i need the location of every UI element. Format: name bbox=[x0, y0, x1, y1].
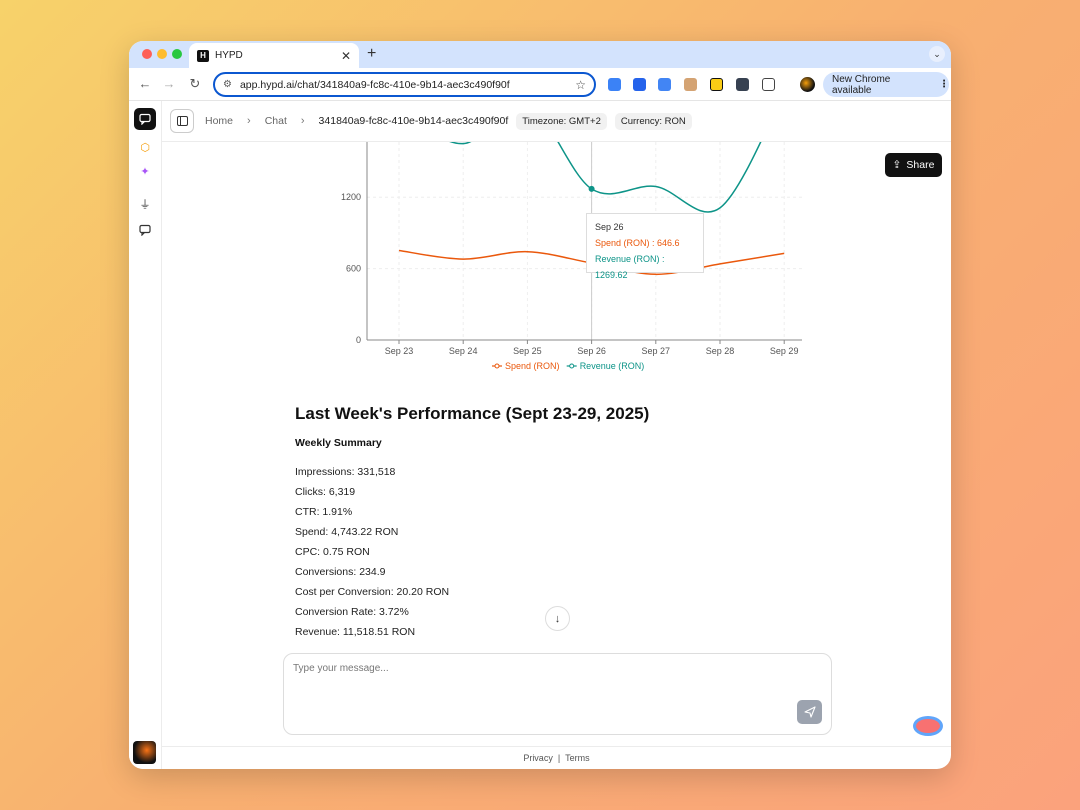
extension-calendar-icon[interactable] bbox=[608, 78, 621, 91]
chevron-right-icon: › bbox=[300, 115, 305, 127]
profile-avatar[interactable] bbox=[800, 77, 815, 92]
breadcrumb-current: 341840a9-fc8c-410e-9b14-aec3c490f90f bbox=[318, 115, 509, 127]
share-label: Share bbox=[906, 159, 935, 171]
metric-item: CPC: 0.75 RON bbox=[295, 546, 370, 558]
metric-item: CTR: 1.91% bbox=[295, 506, 353, 518]
metrics-list: Impressions: 331,518 Clicks: 6,319 CTR: … bbox=[295, 465, 745, 645]
report-section: Last Week's Performance (Sept 23-29, 202… bbox=[295, 404, 745, 645]
chevron-right-icon: › bbox=[247, 115, 251, 127]
privacy-link[interactable]: Privacy bbox=[523, 753, 553, 763]
legend-label: Spend (RON) bbox=[505, 361, 560, 371]
legend-marker bbox=[494, 363, 500, 369]
metric-item: Revenue: 11,518.51 RON bbox=[295, 626, 416, 638]
footer: Privacy | Terms bbox=[162, 746, 951, 769]
extension-box-icon[interactable] bbox=[684, 78, 697, 91]
report-title: Last Week's Performance (Sept 23-29, 202… bbox=[295, 404, 650, 423]
share-icon: ⇪ bbox=[892, 159, 902, 171]
x-tick-label: Sep 23 bbox=[385, 346, 414, 356]
tooltip-spend: Spend (RON) : 646.6 bbox=[595, 238, 680, 248]
sidebar-toggle-button[interactable] bbox=[170, 109, 194, 133]
x-tick-label: Sep 28 bbox=[706, 346, 735, 356]
minimize-window-button[interactable] bbox=[157, 49, 167, 59]
chrome-update-button[interactable]: New Chrome available ⋮ bbox=[823, 72, 949, 97]
report-subtitle: Weekly Summary bbox=[295, 437, 382, 449]
extension-r-icon[interactable] bbox=[710, 78, 723, 91]
browser-tab[interactable]: H HYPD ✕ bbox=[189, 43, 359, 68]
chart-svg: 060012001800Sep 23Sep 24Sep 25Sep 26Sep … bbox=[341, 142, 802, 371]
x-tick-label: Sep 24 bbox=[449, 346, 478, 356]
tooltip-title: Sep 26 bbox=[595, 222, 624, 232]
plug-nav-icon[interactable]: ⏚ bbox=[134, 193, 156, 215]
y-tick-label: 600 bbox=[346, 264, 361, 274]
metric-item: Impressions: 331,518 bbox=[295, 466, 396, 478]
message-nav-icon[interactable] bbox=[134, 219, 156, 241]
send-icon bbox=[803, 706, 816, 718]
scroll-down-button[interactable]: ↓ bbox=[545, 606, 570, 631]
floating-widget-icon[interactable] bbox=[913, 716, 943, 736]
browser-window: H HYPD ✕ + ⌄ ← → ↻ ⚙ app.hypd.ai/chat/34… bbox=[129, 41, 951, 769]
tab-strip: H HYPD ✕ + ⌄ bbox=[129, 41, 951, 68]
extension-translate-icon[interactable] bbox=[658, 78, 671, 91]
metric-item: Cost per Conversion: 20.20 RON bbox=[295, 586, 450, 598]
chrome-update-label: New Chrome available bbox=[832, 73, 891, 96]
tab-search-icon[interactable]: ⌄ bbox=[929, 46, 945, 62]
x-tick-label: Sep 27 bbox=[642, 346, 671, 356]
send-button[interactable] bbox=[797, 700, 822, 724]
metric-item: Spend: 4,743.22 RON bbox=[295, 526, 399, 538]
performance-chart: 060012001800Sep 23Sep 24Sep 25Sep 26Sep … bbox=[312, 142, 822, 382]
more-menu-icon[interactable]: ⋮ bbox=[939, 79, 949, 90]
chart-tooltip: Sep 26 Spend (RON) : 646.6 Revenue (RON)… bbox=[586, 213, 704, 280]
currency-badge: Currency: RON bbox=[614, 112, 692, 130]
tab-title: HYPD bbox=[215, 50, 243, 61]
timezone-badge: Timezone: GMT+2 bbox=[516, 112, 607, 130]
message-input[interactable] bbox=[293, 663, 793, 693]
x-tick-label: Sep 26 bbox=[577, 346, 606, 356]
metric-item: Conversions: 234.9 bbox=[295, 566, 386, 578]
message-composer bbox=[283, 653, 832, 735]
legend-marker bbox=[569, 363, 575, 369]
hypd-favicon-icon: H bbox=[197, 49, 209, 62]
active-point-revenue bbox=[588, 185, 595, 192]
close-window-button[interactable] bbox=[142, 49, 152, 59]
new-tab-icon[interactable]: + bbox=[367, 45, 376, 63]
y-tick-label: 1200 bbox=[341, 192, 361, 202]
footer-separator: | bbox=[557, 753, 561, 763]
maximize-window-button[interactable] bbox=[172, 49, 182, 59]
reload-icon[interactable]: ↻ bbox=[187, 76, 203, 92]
hexagon-nav-icon[interactable]: ⬡ bbox=[134, 136, 156, 158]
breadcrumb-chat[interactable]: Chat bbox=[265, 115, 287, 127]
terms-link[interactable]: Terms bbox=[565, 753, 590, 763]
extension-check-icon[interactable] bbox=[633, 78, 646, 91]
x-tick-label: Sep 29 bbox=[770, 346, 799, 356]
browser-toolbar: ← → ↻ ⚙ app.hypd.ai/chat/341840a9-fc8c-4… bbox=[129, 68, 951, 101]
metric-item: Conversion Rate: 3.72% bbox=[295, 606, 409, 618]
arrow-down-icon: ↓ bbox=[554, 612, 561, 625]
legend-label: Revenue (RON) bbox=[580, 361, 645, 371]
bookmark-star-icon[interactable]: ☆ bbox=[575, 78, 586, 92]
back-icon[interactable]: ← bbox=[137, 76, 153, 91]
share-button[interactable]: ⇪ Share bbox=[885, 153, 942, 177]
forward-icon[interactable]: → bbox=[161, 76, 177, 91]
chat-nav-icon[interactable] bbox=[134, 108, 156, 130]
extension-media-icon[interactable] bbox=[736, 78, 749, 91]
left-rail: ⬡ ✦ ⏚ bbox=[129, 101, 162, 769]
sparkles-nav-icon[interactable]: ✦ bbox=[134, 160, 156, 182]
y-tick-label: 0 bbox=[356, 335, 361, 345]
sidebar-icon bbox=[176, 116, 188, 126]
address-bar[interactable]: ⚙ app.hypd.ai/chat/341840a9-fc8c-410e-9b… bbox=[213, 72, 596, 97]
user-avatar[interactable] bbox=[133, 741, 156, 764]
metric-item: Clicks: 6,319 bbox=[295, 486, 356, 498]
extensions-puzzle-icon[interactable] bbox=[762, 78, 775, 91]
site-settings-icon[interactable]: ⚙ bbox=[223, 79, 232, 90]
url-text: app.hypd.ai/chat/341840a9-fc8c-410e-9b14… bbox=[239, 78, 510, 91]
close-tab-icon[interactable]: ✕ bbox=[341, 49, 351, 63]
app-header: Home › Chat › 341840a9-fc8c-410e-9b14-ae… bbox=[162, 101, 951, 142]
tooltip-revenue: Revenue (RON) : 1269.62 bbox=[595, 254, 665, 280]
x-tick-label: Sep 25 bbox=[513, 346, 542, 356]
breadcrumb-home[interactable]: Home bbox=[205, 115, 233, 127]
